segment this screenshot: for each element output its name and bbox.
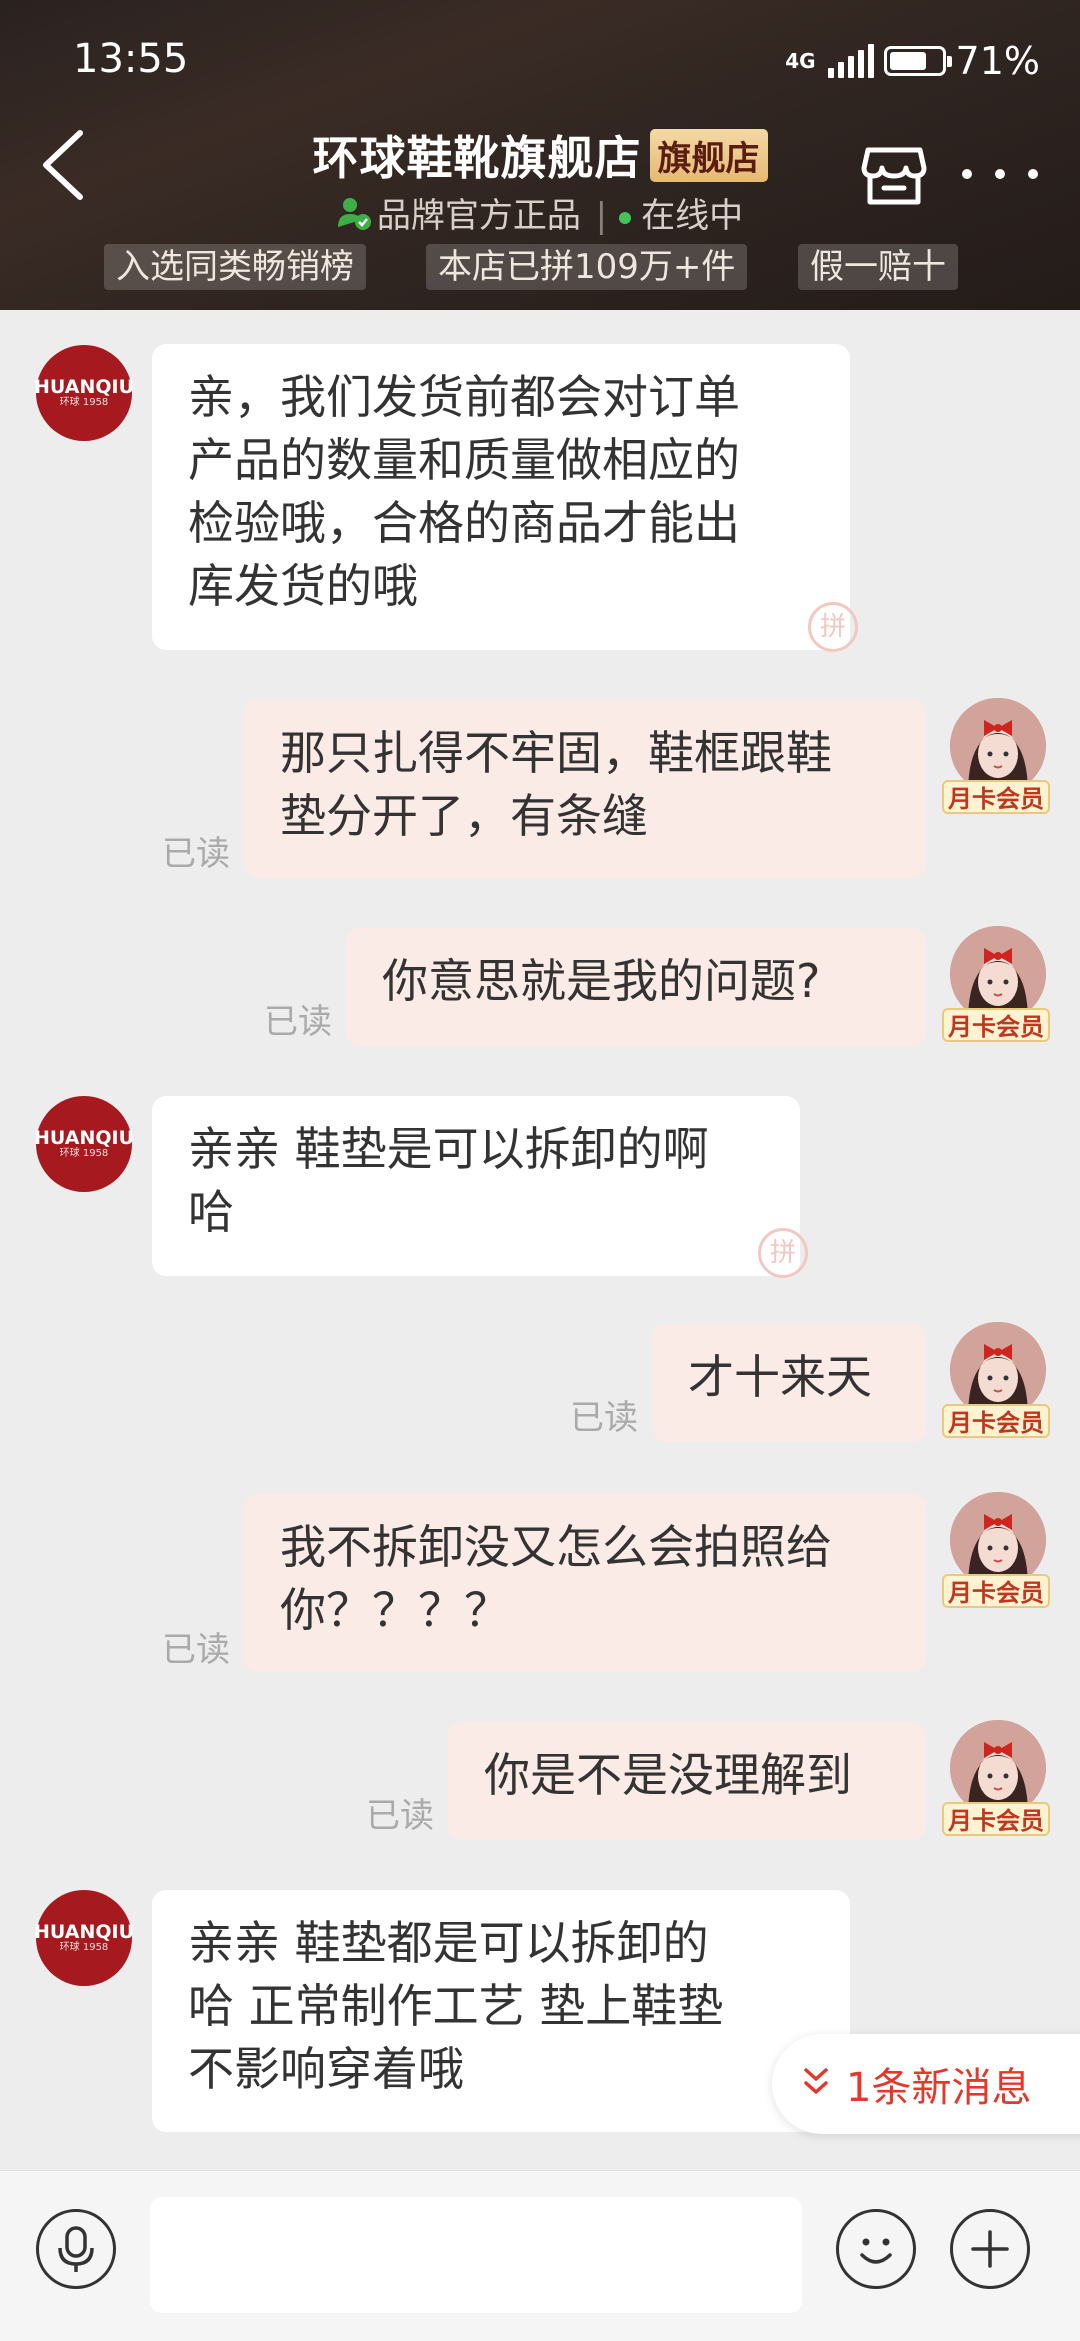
store-avatar[interactable]: HUANQIU 环球 1958: [34, 1890, 135, 1986]
message-line: 你？？？？: [280, 1583, 510, 1637]
message-line: 亲，我们发货前都会对订单: [188, 370, 740, 424]
read-receipt: 已读: [366, 1796, 434, 1836]
shop-tags: 入选同类畅销榜 本店已拼109万+件 假一赔十: [0, 244, 1080, 292]
read-receipt: 已读: [570, 1398, 638, 1438]
battery-percent: 71%: [955, 39, 1040, 83]
message-bubble-user[interactable]: 才十来天: [652, 1324, 926, 1442]
tag-guarantee: 假一赔十: [798, 244, 958, 290]
message-line: 哈: [188, 1185, 234, 1239]
message-bubble-store[interactable]: 亲，我们发货前都会对订单 产品的数量和质量做相应的 检验哦，合格的商品才能出 库…: [152, 344, 858, 652]
online-dot-icon: [619, 211, 632, 224]
message-line: 你是不是没理解到: [484, 1748, 852, 1802]
message-line: 亲亲 鞋垫是可以拆卸的啊: [188, 1122, 709, 1176]
vip-badge: 月卡会员: [942, 780, 1050, 814]
read-receipt: 已读: [162, 1630, 230, 1670]
message-bubble-user[interactable]: 那只扎得不牢固，鞋框跟鞋 垫分开了，有条缝: [244, 700, 926, 878]
message-line: 你意思就是我的问题?: [382, 954, 821, 1008]
more-icon[interactable]: [962, 160, 1038, 188]
message-line: 不影响穿着哦: [188, 2042, 464, 2096]
message-line: 垫分开了，有条缝: [280, 789, 648, 843]
read-receipt: 已读: [264, 1002, 332, 1042]
message-line: 库发货的哦: [188, 559, 418, 613]
message-line: 哈 正常制作工艺 垫上鞋垫: [188, 1979, 724, 2033]
microphone-icon[interactable]: [36, 2209, 116, 2289]
emoji-icon[interactable]: [836, 2209, 916, 2289]
store-avatar[interactable]: HUANQIU 环球 1958: [34, 1096, 135, 1192]
pin-watermark-icon: 拼: [808, 602, 858, 652]
message-bubble-user[interactable]: 我不拆卸没又怎么会拍照给 你？？？？: [244, 1494, 926, 1672]
message-line: 那只扎得不牢固，鞋框跟鞋: [280, 726, 832, 780]
flagship-badge: 旗舰店: [649, 128, 768, 182]
status-indicators: 4G 71%: [785, 36, 1040, 86]
double-chevron-down-icon: [802, 2066, 830, 2102]
battery-fill: [889, 52, 926, 70]
online-status: 在线中: [641, 196, 744, 236]
store-icon[interactable]: [860, 142, 928, 210]
input-bar: [0, 2170, 1080, 2341]
message-line: 我不拆卸没又怎么会拍照给: [280, 1520, 832, 1574]
vip-badge: 月卡会员: [942, 1008, 1050, 1042]
chat-header: 13:55 4G 71% 环球鞋靴旗舰店 旗舰店 品牌官方正品 | 在线中 入选…: [0, 0, 1080, 310]
message-input[interactable]: [150, 2197, 802, 2313]
tag-sales: 本店已拼109万+件: [426, 244, 748, 290]
store-avatar[interactable]: HUANQIU 环球 1958: [34, 345, 135, 441]
vip-badge: 月卡会员: [942, 1574, 1050, 1608]
new-message-button[interactable]: 1条新消息: [772, 2034, 1080, 2134]
message-bubble-user[interactable]: 你是不是没理解到: [448, 1722, 926, 1840]
store-avatar-brand: HUANQIU: [34, 1127, 135, 1149]
verified-text: 品牌官方正品: [376, 196, 581, 236]
message-bubble-store[interactable]: 亲亲 鞋垫都是可以拆卸的 哈 正常制作工艺 垫上鞋垫 不影响穿着哦: [152, 1890, 850, 2132]
message-line: 亲亲 鞋垫都是可以拆卸的: [188, 1916, 709, 1970]
message-line: 产品的数量和质量做相应的: [188, 433, 740, 487]
status-time: 13:55: [73, 36, 189, 82]
store-avatar-since: 环球 1958: [59, 397, 109, 408]
store-avatar-since: 环球 1958: [59, 1942, 109, 1953]
message-line: 检验哦，合格的商品才能出: [188, 496, 740, 550]
read-receipt: 已读: [162, 834, 230, 874]
store-avatar-since: 环球 1958: [59, 1148, 109, 1159]
shop-name[interactable]: 环球鞋靴旗舰店: [313, 131, 642, 185]
vip-badge: 月卡会员: [942, 1802, 1050, 1836]
verified-user-icon: [337, 195, 373, 240]
message-bubble-store[interactable]: 亲亲 鞋垫是可以拆卸的啊 哈 拼: [152, 1096, 808, 1278]
plus-icon[interactable]: [950, 2209, 1030, 2289]
status-bar: 13:55 4G 71%: [0, 0, 1080, 120]
store-avatar-brand: HUANQIU: [34, 376, 135, 398]
signal-icon: [827, 44, 874, 78]
vip-badge: 月卡会员: [942, 1404, 1050, 1438]
store-avatar-brand: HUANQIU: [34, 1921, 135, 1943]
battery-icon: [883, 46, 952, 76]
message-line: 才十来天: [688, 1350, 872, 1404]
new-message-text: 1条新消息: [846, 2065, 1032, 2111]
network-type: 4G: [785, 49, 816, 73]
tag-bestseller: 入选同类畅销榜: [104, 244, 366, 290]
message-bubble-user[interactable]: 你意思就是我的问题?: [346, 928, 926, 1046]
pin-watermark-icon: 拼: [758, 1228, 808, 1278]
